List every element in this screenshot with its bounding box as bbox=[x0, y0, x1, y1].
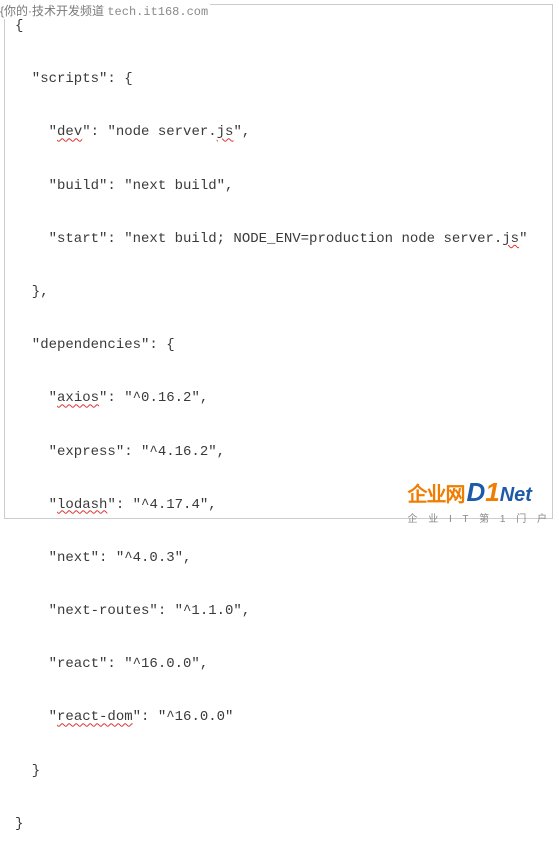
d1net-logo: 企业网 D1Net bbox=[407, 477, 551, 508]
spellcheck-axios: axios bbox=[57, 390, 99, 406]
spellcheck-lodash: lodash bbox=[57, 497, 107, 513]
spellcheck-js: js bbox=[217, 124, 234, 140]
footer-watermark: 企业网 D1Net 企 业 I T 第 1 门 户 bbox=[407, 477, 551, 525]
logo-1: 1 bbox=[485, 477, 499, 508]
brace-close: } bbox=[15, 816, 23, 832]
json-code-block: { "scripts": { "dev": "node server.js", … bbox=[5, 11, 552, 845]
spellcheck-react-dom: react-dom bbox=[57, 709, 133, 725]
spellcheck-js: js bbox=[502, 231, 519, 247]
express-line: "express": "^4.16.2", bbox=[15, 444, 225, 460]
brace-open: { bbox=[15, 18, 23, 34]
code-frame: { "scripts": { "dev": "node server.js", … bbox=[4, 4, 553, 519]
scripts-key: "scripts": { bbox=[15, 71, 133, 87]
logo-net: Net bbox=[500, 484, 532, 507]
header-url: tech.it168.com bbox=[107, 5, 208, 19]
react-line: "react": "^16.0.0", bbox=[15, 656, 208, 672]
logo-zh: 企业网 bbox=[407, 478, 464, 507]
build-line: "build": "next build", bbox=[15, 178, 233, 194]
source-watermark-header: {你的·技术开发频道 tech.it168.com bbox=[0, 2, 210, 19]
logo-subtitle: 企 业 I T 第 1 门 户 bbox=[407, 510, 551, 525]
scripts-close: }, bbox=[15, 284, 49, 300]
dependencies-close: } bbox=[15, 763, 40, 779]
next-routes-line: "next-routes": "^1.1.0", bbox=[15, 603, 250, 619]
logo-d: D bbox=[466, 477, 485, 508]
header-zh-text: 你的·技术开发频道 bbox=[4, 4, 104, 18]
next-line: "next": "^4.0.3", bbox=[15, 550, 191, 566]
spellcheck-dev: dev bbox=[57, 124, 82, 140]
dependencies-key: "dependencies": { bbox=[15, 337, 175, 353]
